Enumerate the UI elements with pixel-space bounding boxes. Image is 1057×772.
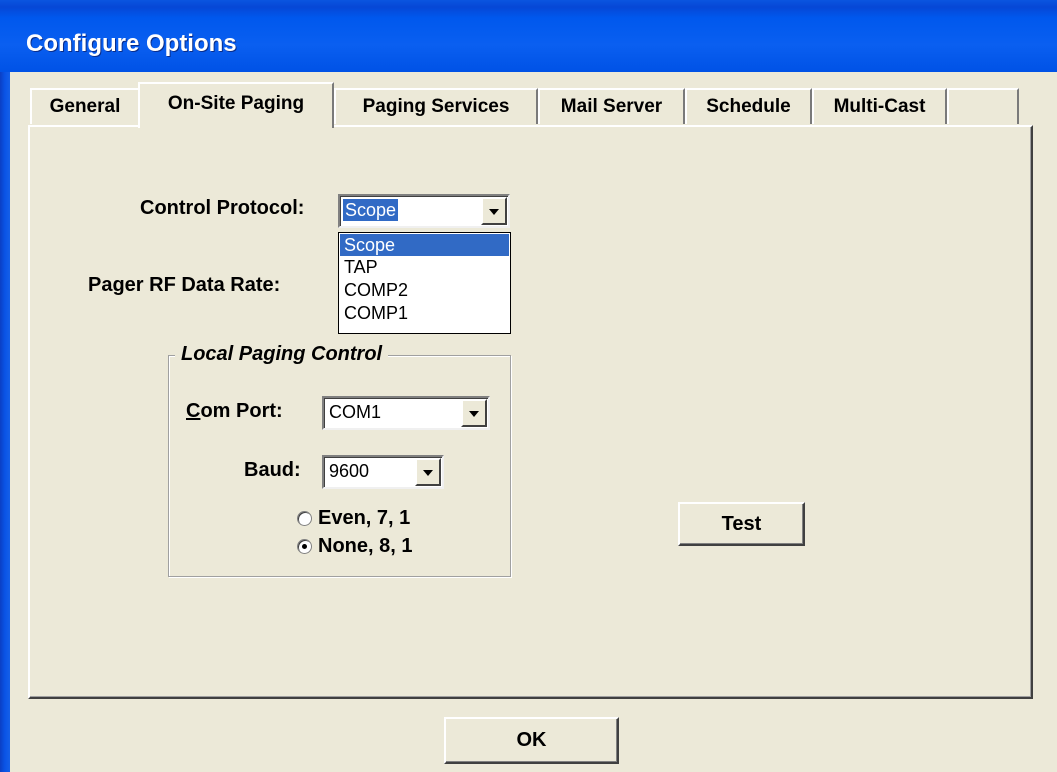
- local-paging-control-legend: Local Paging Control: [175, 343, 389, 366]
- radio-even-7-1[interactable]: [297, 511, 312, 526]
- dropdown-option[interactable]: COMP2: [340, 279, 509, 301]
- radio-none-8-1-label[interactable]: None, 8, 1: [318, 535, 412, 558]
- tab-blank[interactable]: [947, 88, 1019, 124]
- test-button[interactable]: Test: [678, 502, 805, 546]
- tab-schedule-label: Schedule: [706, 96, 791, 117]
- ok-button[interactable]: OK: [444, 717, 619, 764]
- baud-value: 9600: [329, 461, 370, 481]
- window-title: Configure Options: [26, 30, 237, 57]
- control-protocol-chevron-down-icon[interactable]: [481, 197, 507, 225]
- configure-options-window: Configure Options General On-Site Paging…: [0, 0, 1057, 772]
- tab-multi-cast-label: Multi-Cast: [833, 96, 926, 117]
- tab-mail-server-label: Mail Server: [560, 96, 663, 117]
- dropdown-option[interactable]: Scope: [340, 234, 509, 256]
- baud-label: Baud:: [244, 459, 301, 481]
- window-left-border: [0, 72, 10, 772]
- radio-even-7-1-label[interactable]: Even, 7, 1: [318, 507, 410, 530]
- dropdown-option[interactable]: TAP: [340, 256, 509, 278]
- com-port-label: Com Port:: [186, 400, 283, 423]
- baud-select[interactable]: 9600: [322, 455, 444, 489]
- control-protocol-select[interactable]: Scope: [338, 194, 510, 228]
- com-port-select[interactable]: COM1: [322, 396, 490, 430]
- control-protocol-value: Scope: [343, 199, 399, 221]
- test-button-label: Test: [721, 513, 762, 535]
- tab-paging-services[interactable]: Paging Services: [334, 88, 538, 124]
- baud-chevron-down-icon[interactable]: [415, 458, 441, 486]
- tab-paging-services-label: Paging Services: [362, 96, 510, 117]
- ok-button-label: OK: [516, 729, 547, 751]
- com-port-label-rest: om Port:: [200, 400, 283, 422]
- control-protocol-label: Control Protocol:: [140, 197, 305, 219]
- control-protocol-dropdown-list: Scope TAP COMP2 COMP1: [338, 232, 511, 334]
- radio-none-8-1[interactable]: [297, 539, 312, 554]
- tab-on-site-paging-label: On-Site Paging: [167, 93, 305, 114]
- tab-multi-cast[interactable]: Multi-Cast: [812, 88, 947, 124]
- tab-general-label: General: [49, 96, 121, 117]
- tab-schedule[interactable]: Schedule: [685, 88, 812, 124]
- com-port-value: COM1: [329, 402, 382, 422]
- tab-mail-server[interactable]: Mail Server: [538, 88, 685, 124]
- com-port-label-accel: C: [186, 400, 201, 422]
- tab-on-site-paging[interactable]: On-Site Paging: [138, 82, 334, 128]
- com-port-chevron-down-icon[interactable]: [461, 399, 487, 427]
- pager-rf-data-rate-label: Pager RF Data Rate:: [88, 274, 281, 296]
- dropdown-option[interactable]: COMP1: [340, 302, 509, 324]
- tab-general[interactable]: General: [30, 88, 138, 124]
